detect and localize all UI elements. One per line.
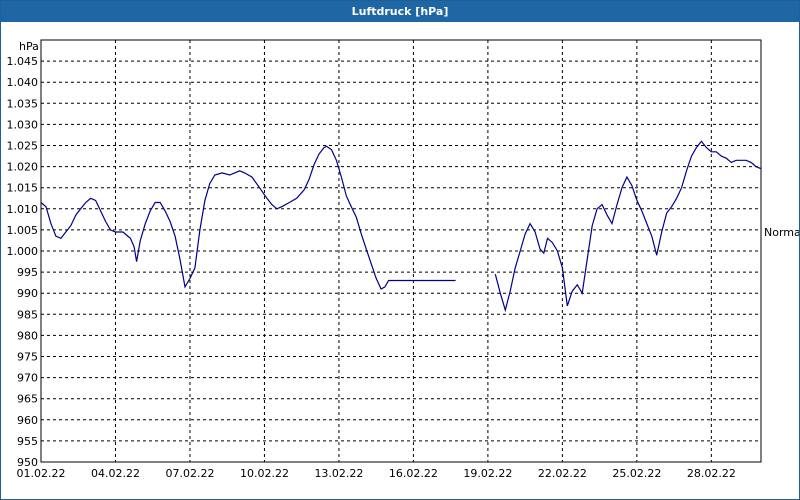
- y-tick-label: 980: [17, 329, 38, 342]
- y-tick-label: 1.035: [7, 97, 39, 110]
- y-tick-label: 970: [17, 372, 38, 385]
- y-tick-label: 1.030: [7, 118, 39, 131]
- y-tick-label: 975: [17, 351, 38, 364]
- y-tick-label: 1.000: [7, 245, 39, 258]
- x-tick-label: 16.02.22: [389, 467, 438, 480]
- pressure-chart: Normal 9509559609659709759809859909951.0…: [7, 39, 799, 480]
- reference-line-label: Normal: [764, 226, 799, 239]
- x-tick-label: 01.02.22: [17, 467, 66, 480]
- y-tick-label: 990: [17, 287, 38, 300]
- y-tick-label: 1.020: [7, 161, 39, 174]
- x-tick-label: 04.02.22: [91, 467, 140, 480]
- reference-line-group: Normal: [764, 226, 799, 239]
- x-tick-label: 13.02.22: [314, 467, 363, 480]
- y-tick-label: 1.025: [7, 140, 39, 153]
- y-tick-label: 985: [17, 308, 38, 321]
- x-tick-label: 07.02.22: [165, 467, 214, 480]
- chart-window: Luftdruck [hPa] Normal 95095596096597097…: [0, 0, 800, 500]
- x-tick-label: 22.02.22: [538, 467, 587, 480]
- y-tick-labels: 9509559609659709759809859909951.0001.005…: [7, 55, 39, 469]
- y-tick-label: 955: [17, 435, 38, 448]
- y-tick-label: 1.040: [7, 76, 39, 89]
- y-tick-label: 1.010: [7, 203, 39, 216]
- y-tick-label: 1.015: [7, 182, 39, 195]
- x-tick-labels: 01.02.22 04.02.22 07.02.22 10.02.22 13.02.22…: [17, 467, 736, 480]
- window-title: Luftdruck [hPa]: [1, 1, 799, 22]
- y-tick-label: 1.045: [7, 55, 39, 68]
- x-tick-label: 19.02.22: [463, 467, 512, 480]
- y-tick-label: 960: [17, 414, 38, 427]
- y-axis-unit-label: hPa: [19, 40, 39, 53]
- y-tick-label: 965: [17, 393, 38, 406]
- grid-lines: [41, 40, 761, 462]
- y-tick-label: 1.005: [7, 224, 39, 237]
- x-tick-label: 25.02.22: [612, 467, 661, 480]
- series-line-segment: [40, 145, 456, 290]
- y-tick-label: 995: [17, 266, 38, 279]
- x-tick-label: 10.02.22: [240, 467, 289, 480]
- x-tick-label: 28.02.22: [687, 467, 736, 480]
